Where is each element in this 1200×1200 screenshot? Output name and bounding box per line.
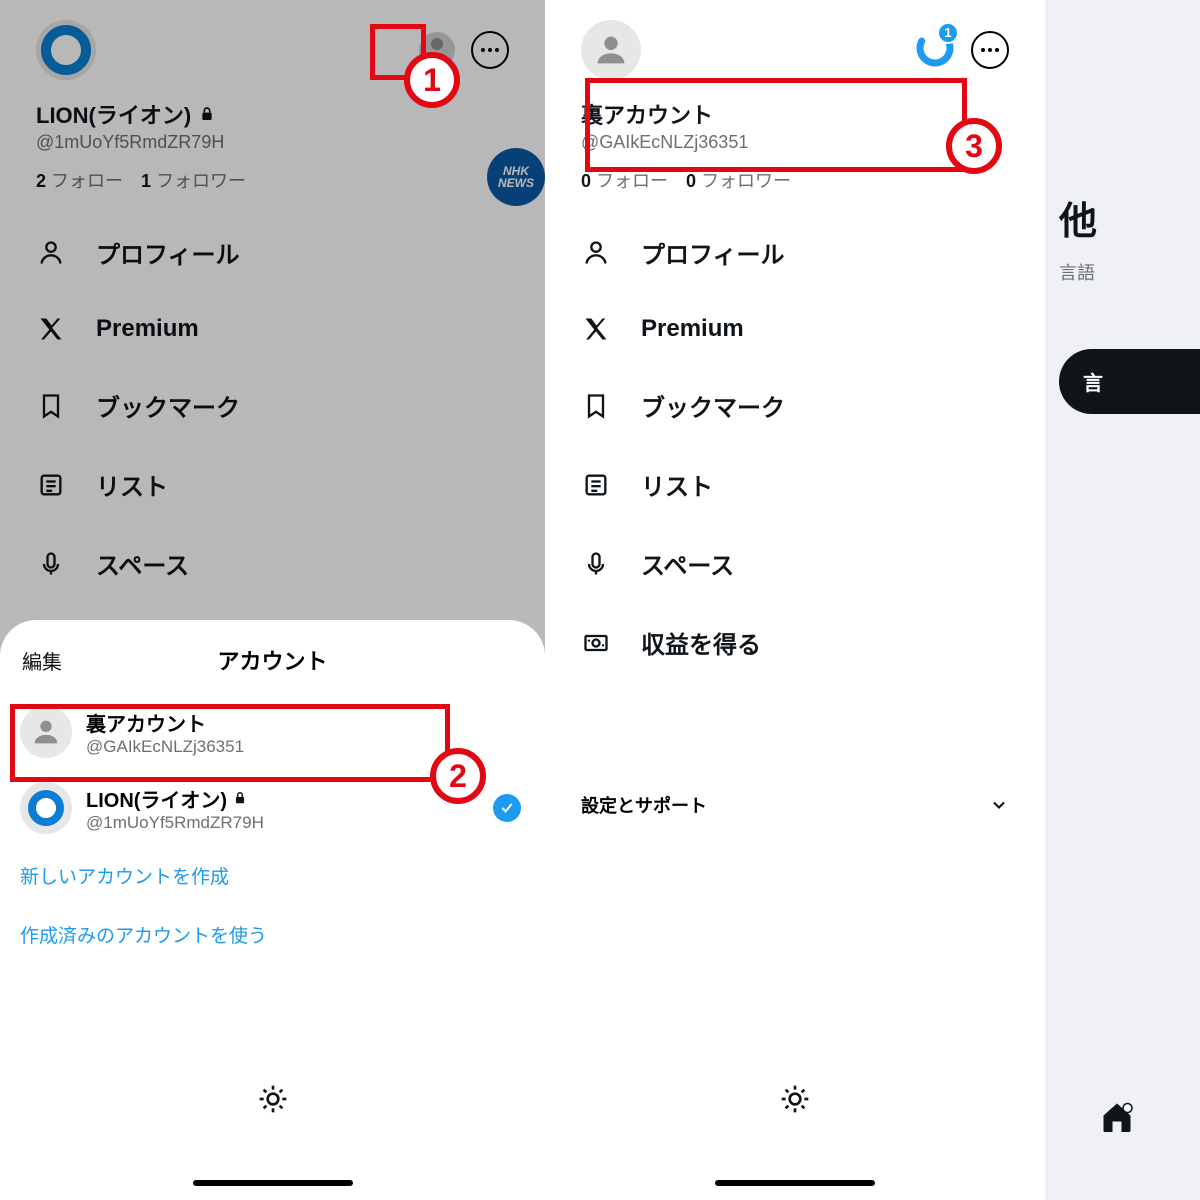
annotation-number-2: 2: [430, 748, 486, 804]
x-icon: [582, 315, 610, 343]
menu-premium[interactable]: Premium: [581, 292, 1009, 366]
chevron-down-icon: [989, 795, 1009, 815]
lock-icon: [233, 791, 247, 805]
home-indicator[interactable]: [715, 1180, 875, 1186]
more-button[interactable]: [971, 31, 1009, 69]
sheet-title: アカウント: [217, 644, 327, 676]
menu-monetize[interactable]: 収益を得る: [581, 603, 1009, 682]
use-existing-account-link[interactable]: 作成済みのアカウントを使う: [18, 905, 527, 964]
brightness-button[interactable]: [257, 1083, 289, 1120]
avatar-o-icon: [28, 790, 64, 826]
menu-lists[interactable]: リスト: [581, 445, 1009, 524]
selected-check-icon: [493, 794, 521, 822]
mic-icon: [582, 550, 610, 578]
account-name: LION(ライオン): [86, 784, 264, 813]
menu-bookmarks[interactable]: ブックマーク: [581, 366, 1009, 445]
avatar[interactable]: [581, 20, 641, 80]
bookmark-icon: [582, 392, 610, 420]
annotation-box-3: [585, 78, 967, 172]
notification-count: 1: [937, 22, 959, 44]
extra-title: 他: [1059, 190, 1200, 245]
annotation-box-2: [10, 704, 450, 782]
extra-subtitle: 言語: [1059, 259, 1200, 285]
extra-button[interactable]: 言: [1059, 349, 1200, 414]
menu-spaces[interactable]: スペース: [581, 524, 1009, 603]
home-indicator[interactable]: [193, 1180, 353, 1186]
settings-support[interactable]: 設定とサポート: [545, 792, 1045, 818]
account-handle: @1mUoYf5RmdZR79H: [86, 813, 264, 833]
person-icon: [591, 30, 631, 70]
home-icon: [1099, 1099, 1135, 1135]
notification-button[interactable]: 1: [915, 28, 955, 73]
create-account-link[interactable]: 新しいアカウントを作成: [18, 846, 527, 905]
home-button[interactable]: [1099, 1099, 1135, 1140]
annotation-number-3: 3: [946, 118, 1002, 174]
money-icon: [582, 629, 610, 657]
edit-button[interactable]: 編集: [22, 646, 62, 675]
sun-icon: [779, 1083, 811, 1115]
annotation-number-1: 1: [404, 52, 460, 108]
sun-icon: [257, 1083, 289, 1115]
list-icon: [582, 471, 610, 499]
avatar: [20, 782, 72, 834]
menu-profile[interactable]: プロフィール: [581, 213, 1009, 292]
person-icon: [582, 239, 610, 267]
brightness-button[interactable]: [779, 1083, 811, 1120]
